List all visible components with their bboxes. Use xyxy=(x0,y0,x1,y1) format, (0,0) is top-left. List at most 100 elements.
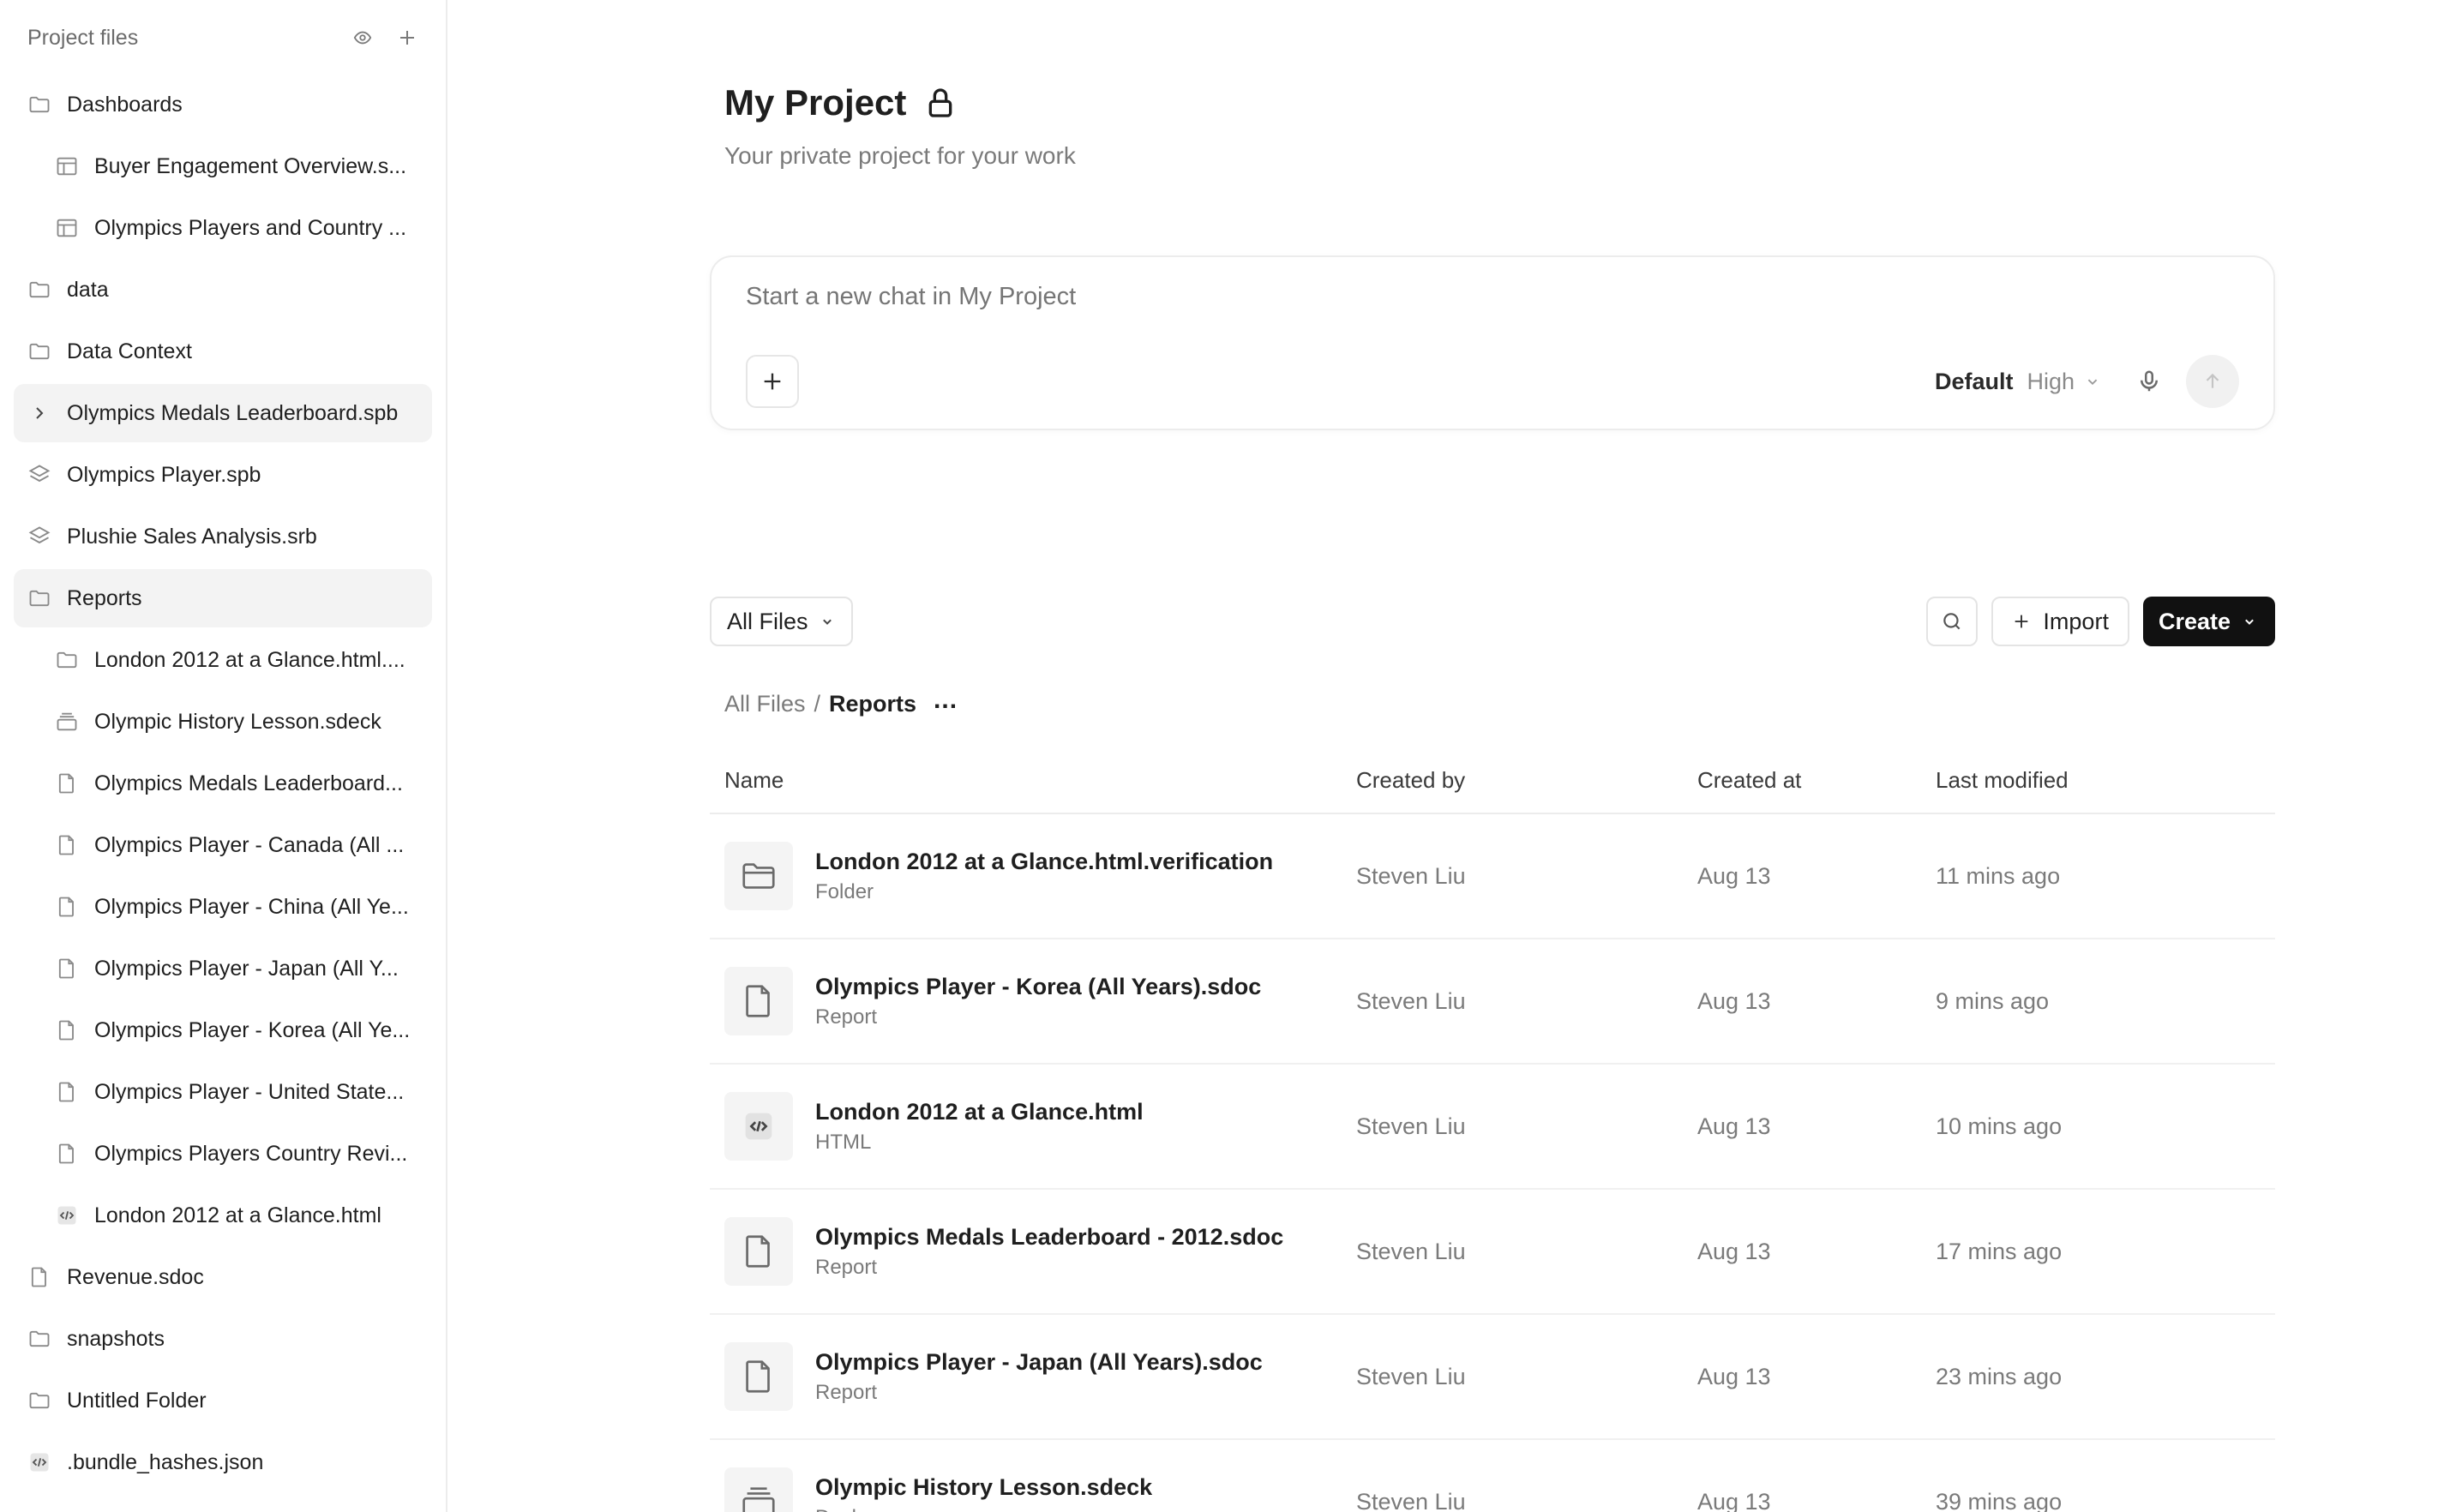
file-filter-dropdown[interactable]: All Files xyxy=(710,597,853,646)
name-cell: London 2012 at a Glance.html.verificatio… xyxy=(710,842,1356,910)
sidebar-item[interactable]: Olympics Medals Leaderboard... xyxy=(14,754,432,813)
sidebar-item[interactable]: Olympics Player - United State... xyxy=(14,1063,432,1121)
sidebar-item[interactable]: snapshots xyxy=(14,1310,432,1368)
file-icon xyxy=(724,1342,793,1411)
sidebar-item[interactable]: Olympics Player - Japan (All Y... xyxy=(14,939,432,998)
sidebar-item[interactable]: Plushie Sales Analysis.srb xyxy=(14,507,432,566)
model-default-label[interactable]: Default xyxy=(1935,369,2014,395)
sidebar-header: Project files xyxy=(0,0,446,75)
sidebar-item[interactable]: Dashboards xyxy=(14,75,432,134)
header-created-by[interactable]: Created by xyxy=(1356,767,1697,794)
table-row[interactable]: Olympics Player - Korea (All Years).sdoc… xyxy=(710,939,2275,1065)
sidebar-item[interactable]: Reports xyxy=(14,569,432,627)
header-last-modified[interactable]: Last modified xyxy=(1936,767,2275,794)
created-by-cell: Steven Liu xyxy=(1356,1113,1466,1139)
file-name[interactable]: Olympic History Lesson.sdeck xyxy=(815,1474,1152,1501)
file-name[interactable]: Olympics Medals Leaderboard - 2012.sdoc xyxy=(815,1224,1283,1251)
sidebar-item[interactable]: Data Context xyxy=(14,322,432,381)
breadcrumb-current[interactable]: Reports xyxy=(829,691,916,717)
layers-icon xyxy=(26,523,53,550)
files-toolbar: All Files Import Create xyxy=(710,597,2275,646)
header-name[interactable]: Name xyxy=(710,767,1356,794)
last-modified-cell: 10 mins ago xyxy=(1936,1113,2063,1139)
sidebar-item[interactable]: .bundle_hashes.json xyxy=(14,1433,432,1491)
create-button[interactable]: Create xyxy=(2142,597,2275,646)
plus-icon xyxy=(2015,615,2028,628)
sidebar-item-label: Olympics Medals Leaderboard.spb xyxy=(67,400,399,425)
file-name[interactable]: London 2012 at a Glance.html.verificatio… xyxy=(815,849,1273,875)
sidebar-item[interactable]: Olympic History Lesson.sdeck xyxy=(14,693,432,751)
last-modified-cell: 11 mins ago xyxy=(1936,862,2061,889)
breadcrumb-root[interactable]: All Files xyxy=(724,691,806,717)
table-row[interactable]: London 2012 at a Glance.html.verificatio… xyxy=(710,814,2275,939)
file-icon xyxy=(53,1078,81,1106)
chevron-right-icon[interactable] xyxy=(26,399,53,427)
sidebar-item-label: Olympics Player - China (All Ye... xyxy=(94,894,409,919)
table-row[interactable]: Olympics Medals Leaderboard - 2012.sdoc R… xyxy=(710,1190,2275,1315)
code-icon xyxy=(53,1202,81,1229)
chevron-down-icon[interactable] xyxy=(2083,372,2102,391)
import-label: Import xyxy=(2043,608,2109,634)
sidebar-item[interactable]: Untitled Folder xyxy=(14,1371,432,1430)
created-at-cell: Aug 13 xyxy=(1697,1238,1771,1264)
file-meta: Olympics Player - Japan (All Years).sdoc… xyxy=(815,1349,1263,1405)
sidebar-item-label: Olympics Players and Country ... xyxy=(94,215,407,240)
sidebar-item-label: Olympics Player - Japan (All Y... xyxy=(94,956,399,981)
import-button[interactable]: Import xyxy=(1991,597,2129,646)
last-modified-cell: 17 mins ago xyxy=(1936,1238,2063,1264)
file-icon xyxy=(53,893,81,921)
microphone-icon[interactable] xyxy=(2136,369,2162,394)
folder-icon xyxy=(26,276,53,303)
add-file-icon[interactable] xyxy=(396,27,418,49)
file-meta: London 2012 at a Glance.html HTML xyxy=(815,1099,1144,1155)
created-at-cell: Aug 13 xyxy=(1697,1113,1771,1139)
folder-icon xyxy=(724,842,793,910)
file-type: Report xyxy=(815,1005,878,1029)
sidebar-item[interactable]: Olympics Medals Leaderboard.spb xyxy=(14,384,432,442)
created-at-cell: Aug 13 xyxy=(1697,987,1771,1014)
sidebar-item-label: Buyer Engagement Overview.s... xyxy=(94,153,407,178)
model-level-select[interactable]: High xyxy=(2027,369,2075,395)
file-name[interactable]: London 2012 at a Glance.html xyxy=(815,1099,1144,1125)
file-type: Report xyxy=(815,1255,878,1279)
send-button[interactable] xyxy=(2186,355,2239,408)
sidebar-item[interactable]: London 2012 at a Glance.html xyxy=(14,1186,432,1245)
sidebar-item[interactable]: Olympics Players and Country ... xyxy=(14,199,432,257)
file-type: HTML xyxy=(815,1130,872,1154)
sidebar-item[interactable]: Olympics Player - Korea (All Ye... xyxy=(14,1001,432,1059)
name-cell: Olympic History Lesson.sdeck Deck xyxy=(710,1467,1356,1512)
table-row[interactable]: Olympic History Lesson.sdeck Deck Steven L… xyxy=(710,1440,2275,1512)
folder-icon xyxy=(26,1325,53,1353)
sidebar-item[interactable]: London 2012 at a Glance.html.... xyxy=(14,631,432,689)
sidebar-item[interactable]: data xyxy=(14,261,432,319)
folder-icon xyxy=(26,1387,53,1414)
search-button[interactable] xyxy=(1926,597,1979,646)
file-icon xyxy=(53,770,81,797)
sidebar-item-label: Olympic History Lesson.sdeck xyxy=(94,709,381,734)
sidebar-item-label: Olympics Player - Korea (All Ye... xyxy=(94,1017,411,1042)
attach-button[interactable] xyxy=(746,355,799,408)
file-name[interactable]: Olympics Player - Japan (All Years).sdoc xyxy=(815,1349,1263,1376)
more-options-icon[interactable]: ... xyxy=(934,687,958,713)
file-name[interactable]: Olympics Player - Korea (All Years).sdoc xyxy=(815,974,1261,1000)
file-type: Deck xyxy=(815,1506,1152,1512)
sidebar-item[interactable]: Olympics Player - China (All Ye... xyxy=(14,878,432,936)
main-content: My Project Your private project for your… xyxy=(447,0,2450,1512)
table-row[interactable]: London 2012 at a Glance.html HTML Steven L… xyxy=(710,1065,2275,1190)
sidebar-item[interactable]: Olympics Player - Canada (All ... xyxy=(14,816,432,874)
eye-icon[interactable] xyxy=(351,27,374,49)
sidebar-item-label: London 2012 at a Glance.html xyxy=(94,1203,381,1227)
file-meta: Olympics Player - Korea (All Years).sdoc… xyxy=(815,974,1261,1029)
sidebar-item[interactable]: Olympics Players Country Revi... xyxy=(14,1125,432,1183)
code-icon xyxy=(26,1449,53,1476)
sidebar-item[interactable]: Buyer Engagement Overview.s... xyxy=(14,137,432,195)
sidebar-item[interactable]: Revenue.sdoc xyxy=(14,1248,432,1306)
table-row[interactable]: Olympics Player - Japan (All Years).sdoc… xyxy=(710,1315,2275,1440)
chat-input[interactable] xyxy=(746,283,2032,311)
header-created-at[interactable]: Created at xyxy=(1697,767,1936,794)
sidebar-item-label: Dashboards xyxy=(67,92,183,117)
sidebar-item[interactable]: Olympics Player.spb xyxy=(14,446,432,504)
search-icon xyxy=(1943,613,1961,630)
created-by-cell: Steven Liu xyxy=(1356,1488,1466,1512)
sidebar-item-label: London 2012 at a Glance.html.... xyxy=(94,647,405,672)
